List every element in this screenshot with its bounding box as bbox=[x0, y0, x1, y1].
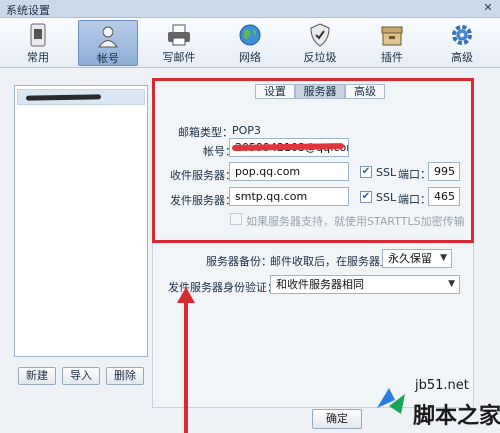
printer-icon bbox=[164, 22, 194, 48]
toolbar-item-compose[interactable]: 写邮件 bbox=[149, 20, 209, 66]
import-account-button[interactable]: 导入 bbox=[62, 367, 100, 385]
toolbar-item-plugins[interactable]: 插件 bbox=[362, 20, 422, 66]
server-settings-highlight bbox=[152, 78, 474, 243]
toolbar-item-account[interactable]: 帐号 bbox=[78, 20, 138, 66]
box-icon bbox=[377, 22, 407, 48]
sim-card-icon bbox=[23, 22, 53, 48]
toolbar-item-network[interactable]: 网络 bbox=[220, 20, 280, 66]
user-icon bbox=[93, 23, 123, 49]
gear-icon bbox=[447, 22, 477, 48]
backup-select[interactable]: 永久保留 ▼ bbox=[382, 249, 452, 268]
auth-select[interactable]: 和收件服务器相同 ▼ bbox=[270, 275, 460, 294]
account-list-item[interactable] bbox=[17, 89, 145, 105]
close-icon[interactable]: ✕ bbox=[480, 1, 496, 15]
shield-check-icon bbox=[305, 22, 335, 48]
backup-label: 服务器备份： bbox=[206, 255, 272, 268]
title-bar: 系统设置 ✕ bbox=[0, 0, 500, 18]
toolbar-item-advanced[interactable]: 高级 bbox=[432, 20, 492, 66]
account-list[interactable] bbox=[14, 85, 148, 357]
toolbar-item-antispam[interactable]: 反垃圾 bbox=[290, 20, 350, 66]
watermark: jb51.net 脚本之家 bbox=[375, 376, 500, 433]
watermark-name: 脚本之家 bbox=[413, 404, 500, 429]
chevron-down-icon: ▼ bbox=[448, 279, 455, 289]
toolbar-item-general[interactable]: 常用 bbox=[8, 20, 68, 66]
toolbar: 常用 帐号 写邮件 网络 反垃圾 插件 高级 bbox=[0, 18, 500, 68]
ok-button[interactable]: 确定 bbox=[312, 409, 362, 429]
delete-account-button[interactable]: 删除 bbox=[106, 367, 144, 385]
watermark-logo-icon bbox=[377, 388, 405, 414]
chevron-down-icon: ▼ bbox=[440, 253, 447, 263]
watermark-url: jb51.net bbox=[415, 378, 469, 393]
backup-description: 邮件收取后，在服务器上 bbox=[270, 255, 391, 268]
globe-icon bbox=[235, 22, 265, 48]
redacted-account-name bbox=[25, 94, 102, 101]
annotation-arrow bbox=[184, 300, 188, 433]
window-title: 系统设置 bbox=[6, 4, 50, 17]
new-account-button[interactable]: 新建 bbox=[18, 367, 56, 385]
